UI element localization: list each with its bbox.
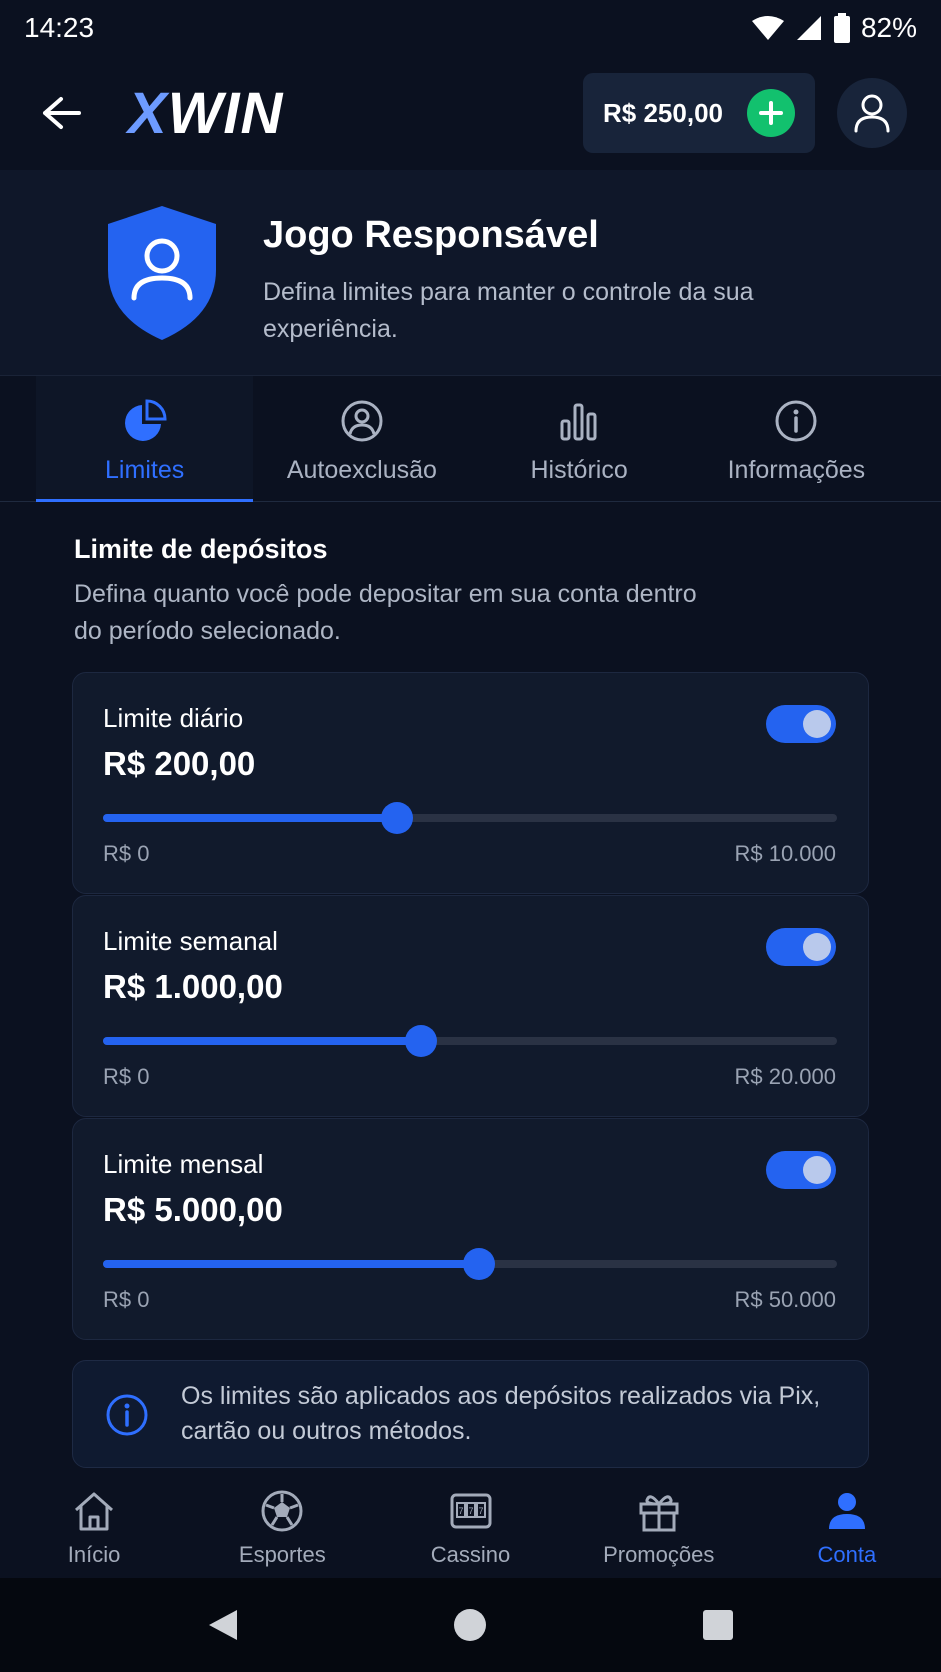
shield-user-icon <box>108 206 216 340</box>
range-max: R$ 50.000 <box>734 1287 836 1312</box>
limit-toggle-daily[interactable] <box>766 705 836 743</box>
user-icon <box>828 1493 865 1529</box>
responsible-gaming-hero: Jogo Responsável Defina limites para man… <box>0 170 941 376</box>
limit-toggle-monthly[interactable] <box>766 1151 836 1189</box>
soccer-ball-icon <box>261 1490 303 1532</box>
nav-label: Início <box>67 1542 121 1567</box>
logo-x: X <box>128 80 168 146</box>
system-back-icon[interactable] <box>207 1608 239 1642</box>
balance-display[interactable]: R$ 250,00 <box>583 73 815 153</box>
svg-text:7: 7 <box>458 1506 463 1516</box>
nav-label: Conta <box>817 1542 877 1567</box>
tab-label: Histórico <box>530 456 628 484</box>
limit-slider-weekly[interactable] <box>103 1025 837 1057</box>
tab-label: Informações <box>727 456 866 484</box>
battery-icon <box>833 13 850 43</box>
home-icon <box>75 1492 114 1531</box>
arrow-left-icon <box>43 97 81 129</box>
svg-text:7: 7 <box>478 1506 483 1516</box>
slider-fill <box>103 814 397 822</box>
limit-card-daily: Limite diário R$ 200,00 R$ 0 R$ 10.000 <box>72 672 869 894</box>
svg-text:7: 7 <box>468 1506 473 1516</box>
status-time: 14:23 <box>24 12 95 43</box>
nav-cassino[interactable]: 777 Cassino <box>376 1468 564 1578</box>
app-header: XWIN R$ 250,00 <box>0 56 941 170</box>
range-max: R$ 20.000 <box>734 1064 836 1089</box>
slider-thumb[interactable] <box>380 802 413 834</box>
pie-chart-icon <box>124 399 167 441</box>
slider-thumb[interactable] <box>404 1025 437 1057</box>
nav-label: Esportes <box>238 1542 326 1567</box>
limit-slider-monthly[interactable] <box>103 1248 837 1280</box>
limit-value: R$ 1.000,00 <box>103 968 283 1005</box>
status-bar: 14:23 82% <box>0 0 941 56</box>
range-min: R$ 0 <box>103 1287 150 1312</box>
slider-fill <box>103 1260 479 1268</box>
profile-button[interactable] <box>837 78 907 148</box>
user-circle-icon <box>341 400 383 442</box>
limit-label: Limite mensal <box>103 1149 264 1179</box>
xwin-logo[interactable]: XWIN <box>128 80 283 147</box>
gift-icon <box>639 1495 679 1532</box>
limit-value: R$ 5.000,00 <box>103 1191 283 1228</box>
slider-thumb[interactable] <box>462 1248 495 1280</box>
nav-conta[interactable]: Conta <box>753 1468 941 1578</box>
limit-slider-daily[interactable] <box>103 802 837 834</box>
limit-toggle-weekly[interactable] <box>766 928 836 966</box>
signal-icon <box>796 16 821 40</box>
limit-card-monthly: Limite mensal R$ 5.000,00 R$ 0 R$ 50.000 <box>72 1118 869 1340</box>
info-icon <box>106 1394 148 1436</box>
tab-autoexclusao[interactable]: Autoexclusão <box>253 376 470 501</box>
tab-bar: Limites Autoexclusão Histórico Informaçõ… <box>0 376 941 502</box>
add-funds-button[interactable] <box>747 89 795 137</box>
limit-label: Limite diário <box>103 703 244 733</box>
section-description: Defina quanto você pode depositar em sua… <box>74 580 697 645</box>
range-min: R$ 0 <box>103 841 150 866</box>
toggle-knob <box>803 710 831 738</box>
limit-label: Limite semanal <box>103 926 278 956</box>
nav-inicio[interactable]: Início <box>0 1468 188 1578</box>
info-icon <box>775 400 817 442</box>
bottom-navigation: Início Esportes 777 Cassino Promoções Co… <box>0 1468 941 1578</box>
range-max: R$ 10.000 <box>734 841 836 866</box>
battery-level: 82% <box>860 12 917 43</box>
limit-value: R$ 200,00 <box>103 745 256 782</box>
back-button[interactable] <box>34 86 88 140</box>
nav-label: Cassino <box>430 1542 511 1567</box>
nav-esportes[interactable]: Esportes <box>188 1468 376 1578</box>
nav-label: Promoções <box>603 1542 715 1567</box>
system-home-icon[interactable] <box>453 1608 487 1642</box>
toggle-knob <box>803 933 831 961</box>
limit-card-weekly: Limite semanal R$ 1.000,00 R$ 0 R$ 20.00… <box>72 895 869 1117</box>
wifi-icon <box>751 16 784 40</box>
info-notice: Os limites são aplicados aos depósitos r… <box>72 1360 869 1468</box>
toggle-knob <box>803 1156 831 1184</box>
nav-promocoes[interactable]: Promoções <box>565 1468 753 1578</box>
tab-label: Autoexclusão <box>286 456 437 484</box>
logo-text: WIN <box>167 80 284 146</box>
status-icons: 82% <box>751 12 917 44</box>
balance-amount: R$ 250,00 <box>603 97 723 128</box>
plus-icon <box>759 101 783 125</box>
page-title: Jogo Responsável <box>263 214 599 256</box>
slot-machine-icon: 777 <box>450 1493 491 1529</box>
tab-historico[interactable]: Histórico <box>471 376 688 501</box>
tab-limites[interactable]: Limites <box>36 376 254 502</box>
user-icon <box>854 94 890 133</box>
info-text: Os limites são aplicados aos depósitos r… <box>181 1382 821 1445</box>
range-min: R$ 0 <box>103 1064 150 1089</box>
bar-chart-icon <box>560 403 597 441</box>
tab-label: Limites <box>105 456 185 484</box>
slider-fill <box>103 1037 421 1045</box>
tab-informacoes[interactable]: Informações <box>688 376 905 501</box>
section-title: Limite de depósitos <box>74 534 328 564</box>
page-subtitle: Defina limites para manter o controle da… <box>263 278 754 343</box>
system-navigation-bar <box>0 1578 941 1672</box>
system-recents-icon[interactable] <box>702 1609 734 1641</box>
